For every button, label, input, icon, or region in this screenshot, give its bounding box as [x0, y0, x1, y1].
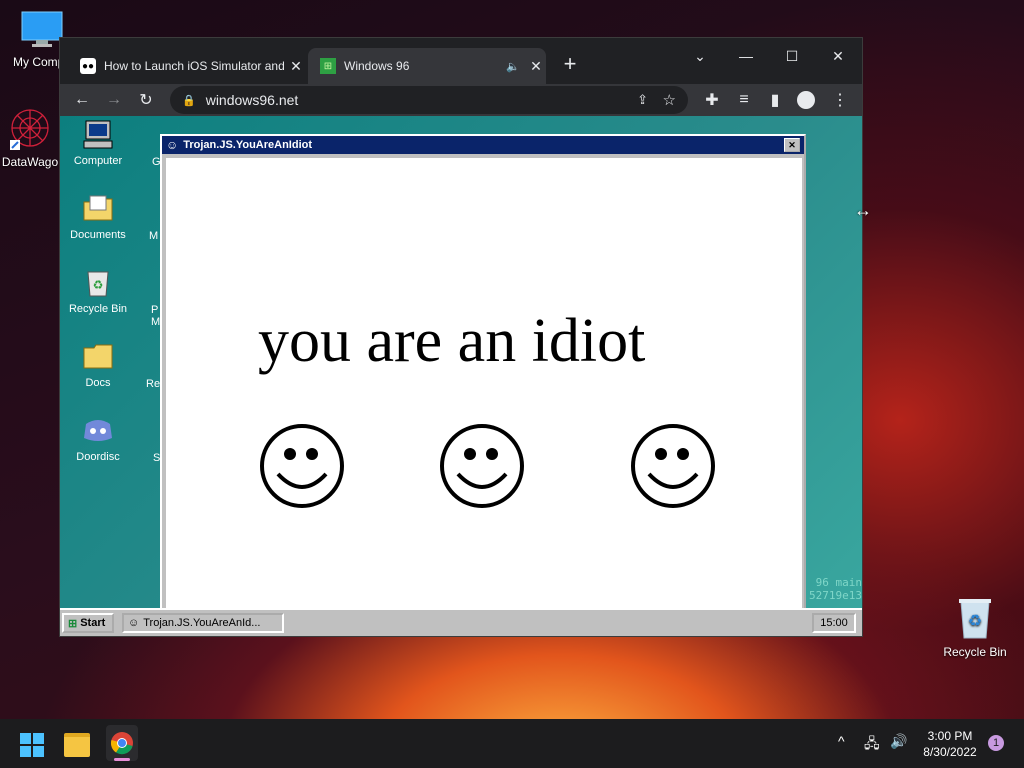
tab-ios-simulator[interactable]: ●● How to Launch iOS Simulator and ✕ [68, 48, 306, 84]
chrome-taskbar-icon[interactable] [106, 725, 138, 761]
w96-icon-computer[interactable]: Computer [60, 118, 136, 167]
documents-folder-icon [83, 195, 113, 221]
dialog-titlebar[interactable]: ☺ Trojan.JS.YouAreAnIdiot ✕ [162, 136, 804, 154]
svg-text:♻: ♻ [93, 278, 104, 292]
lock-icon: 🔒 [182, 94, 196, 107]
show-hidden-icons-icon[interactable]: ^ [838, 733, 845, 749]
tab-title: How to Launch iOS Simulator and [104, 59, 285, 73]
folder-icon [83, 344, 113, 369]
smiley-icon: ☺ [166, 138, 179, 152]
smiley-face-icon [631, 424, 715, 508]
w96-icon-documents[interactable]: Documents [60, 192, 136, 241]
start-label: Start [80, 617, 106, 629]
smiley-face-icon [440, 424, 524, 508]
profile-icon[interactable] [794, 88, 818, 112]
minimize-button[interactable]: — [724, 42, 768, 70]
bookmark-star-icon[interactable]: ☆ [663, 91, 676, 109]
taskbar-task-trojan[interactable]: ☺ Trojan.JS.YouAreAnId... [122, 613, 284, 633]
computer-icon [83, 120, 113, 149]
side-panel-icon[interactable]: ▮ [763, 88, 787, 112]
dialog-close-button[interactable]: ✕ [784, 138, 800, 152]
smiley-face-icon [260, 424, 344, 508]
address-text: windows96.net [205, 92, 299, 108]
network-icon[interactable]: 🖧 [864, 733, 880, 757]
extensions-icon[interactable]: ✚ [700, 88, 724, 112]
chrome-logo-icon [110, 732, 133, 755]
volume-icon[interactable]: 🔊 [890, 733, 907, 750]
clock-time: 3:00 PM [927, 729, 973, 743]
tab-title: Windows 96 [344, 59, 410, 73]
w96-icon-doordisc[interactable]: Doordisc [60, 414, 136, 463]
monitor-icon [21, 11, 63, 47]
windows96-icon: ⊞ [320, 58, 336, 74]
partial-icon-label: P [151, 304, 159, 316]
build-watermark: 96 main 52719e13 [804, 576, 862, 602]
chrome-window: ●● How to Launch iOS Simulator and ✕ ⊞ W… [59, 37, 863, 637]
icon-label: Doordisc [76, 451, 120, 463]
windows96-page: Computer Documents ♻ Recycle Bin Docs Do… [60, 116, 862, 636]
new-tab-button[interactable]: + [556, 50, 584, 78]
svg-text:♻: ♻ [968, 613, 982, 630]
address-bar[interactable]: 🔒 windows96.net ⇪ ☆ [170, 86, 688, 114]
partial-icon-label: Re [146, 378, 161, 390]
w96-icon-docs[interactable]: Docs [60, 340, 136, 389]
w96-taskbar: ⊞ Start ☺ Trojan.JS.YouAreAnId... 15:00 [60, 608, 862, 636]
resize-cursor-icon: ↔ [854, 200, 872, 220]
clock[interactable]: 3:00 PM 8/30/2022 [912, 728, 988, 760]
forward-icon[interactable]: → [102, 88, 126, 112]
icon-label: Documents [70, 229, 126, 241]
trojan-dialog: ☺ Trojan.JS.YouAreAnIdiot ✕ you are an i… [160, 134, 806, 636]
tab-windows96[interactable]: ⊞ Windows 96 🔈 ✕ [308, 48, 546, 84]
speaker-icon[interactable]: 🔈 [506, 60, 520, 73]
clock-date: 8/30/2022 [923, 745, 977, 759]
w96-clock: 15:00 [812, 613, 856, 633]
medium-icon: ●● [80, 58, 96, 74]
tab-close-icon[interactable]: ✕ [526, 58, 546, 75]
start-windows-icon[interactable] [20, 733, 44, 757]
idiot-message: you are an idiot [258, 307, 646, 375]
discord-icon [84, 420, 112, 441]
partial-icon-label: M [149, 230, 159, 242]
icon-label: Docs [85, 377, 111, 389]
watermark-line: 96 main [815, 576, 862, 589]
back-icon[interactable]: ← [70, 88, 94, 112]
task-label: Trojan.JS.YouAreAnId... [143, 617, 261, 629]
tab-search-dropdown-icon[interactable]: ⌄ [678, 42, 722, 70]
start-button[interactable]: ⊞ Start [62, 613, 114, 633]
media-control-icon[interactable]: ≡ [732, 88, 756, 112]
notification-badge[interactable]: 1 [988, 735, 1004, 751]
w96-icon-recycle-bin[interactable]: ♻ Recycle Bin [60, 266, 136, 315]
icon-label: Recycle Bin [68, 303, 128, 315]
desktop-icon-label: Recycle Bin [943, 645, 1007, 659]
recycle-bin-icon: ♻ [959, 599, 991, 639]
dialog-title: Trojan.JS.YouAreAnIdiot [183, 139, 313, 151]
menu-icon[interactable]: ⋮ [828, 88, 852, 112]
smiley-icon: ☺ [128, 617, 140, 629]
watermark-line: 52719e13 [809, 589, 862, 602]
desktop-icon-recycle-bin[interactable]: ♻ Recycle Bin [933, 596, 1017, 659]
recycle-bin-icon: ♻ [87, 271, 109, 297]
partial-icon-label: M [151, 316, 161, 328]
file-explorer-icon[interactable] [64, 733, 90, 757]
icon-label: Computer [73, 155, 123, 167]
windows-taskbar: ^ 🖧 🔊 3:00 PM 8/30/2022 1 [0, 719, 1024, 768]
datawagon-icon [10, 109, 49, 150]
tab-close-icon[interactable]: ✕ [286, 58, 306, 75]
chrome-toolbar: ← → ↻ 🔒 windows96.net ⇪ ☆ ✚ ≡ ▮ ⋮ [60, 84, 862, 116]
start-logo-icon: ⊞ [68, 617, 78, 630]
reload-icon[interactable]: ↻ [134, 88, 158, 112]
tab-strip: ●● How to Launch iOS Simulator and ✕ ⊞ W… [60, 38, 862, 84]
dialog-body: you are an idiot [166, 158, 802, 636]
maximize-button[interactable]: ☐ [770, 42, 814, 70]
share-icon[interactable]: ⇪ [637, 92, 648, 108]
close-button[interactable]: ✕ [816, 42, 860, 70]
